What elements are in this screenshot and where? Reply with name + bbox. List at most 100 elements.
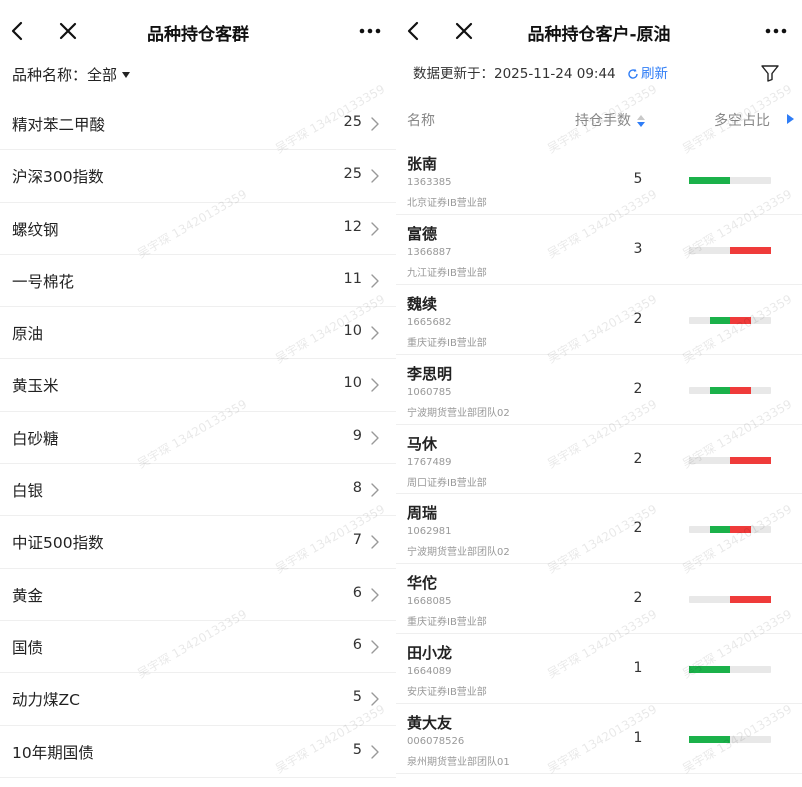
variety-name: 精对苯二甲酸 — [12, 116, 106, 134]
position-count: 2 — [633, 520, 643, 537]
customer-branch: 安庆证券IB营业部 — [407, 687, 487, 699]
chevron-right-icon — [371, 535, 379, 550]
variety-row[interactable]: 黄金 6 — [0, 569, 396, 621]
customer-branch: 泉州期货营业部团队01 — [407, 757, 510, 769]
chevron-right-icon — [371, 326, 379, 340]
variety-holdings-page: 品种持仓客群 品种名称：全部 精对苯二甲酸 25 沪深300指数 25 螺纹钢 12 一号棉… — [0, 0, 396, 787]
variety-row[interactable]: 精对苯二甲酸 25 — [0, 98, 396, 151]
long-portion — [689, 666, 730, 674]
column-ratio: 多空占比 — [714, 113, 770, 129]
position-count: 2 — [633, 310, 643, 327]
chevron-right-icon — [371, 117, 379, 131]
customer-row[interactable]: 华佗 1668085 重庆证券IB营业部 2 — [396, 564, 802, 635]
customer-row[interactable]: 魏续 1665682 重庆证券IB营业部 2 — [396, 285, 802, 355]
short-portion — [730, 596, 771, 604]
customer-row[interactable]: 张南 1363385 北京证券IB营业部 5 — [396, 145, 802, 215]
variety-name: 黄金 — [12, 586, 44, 605]
filter-icon[interactable] — [760, 63, 780, 83]
column-position-sort[interactable]: 持仓手数 — [575, 110, 645, 130]
position-count: 2 — [633, 590, 643, 607]
variety-name: 白砂糖 — [12, 429, 59, 448]
variety-count: 10 — [343, 375, 362, 392]
customer-name: 周瑞 — [407, 504, 438, 523]
variety-row[interactable]: 螺纹钢 12 — [0, 203, 396, 255]
long-short-ratio-bar — [689, 596, 771, 604]
variety-row[interactable]: 原油 10 — [0, 307, 396, 360]
more-icon[interactable] — [356, 19, 384, 43]
variety-row[interactable]: 动力煤ZC 5 — [0, 673, 396, 726]
variety-name: 一号棉花 — [12, 272, 75, 291]
customer-row[interactable]: 李思明 1060785 宁波期货营业部团队02 2 — [396, 355, 802, 425]
variety-row[interactable]: 中证500指数 7 — [0, 516, 396, 569]
long-short-ratio-bar — [689, 666, 771, 674]
variety-name: 沪深300指数 — [12, 168, 104, 187]
long-portion — [709, 386, 730, 394]
page-title: 品种持仓客户-原油 — [527, 25, 671, 45]
variety-list: 精对苯二甲酸 25 沪深300指数 25 螺纹钢 12 一号棉花 11 原油 10 黄玉米 10 白砂糖… — [0, 98, 396, 778]
chevron-right-icon — [371, 221, 379, 236]
update-time: 数据更新于：2025-11-24 09:44 — [413, 66, 616, 82]
variety-name: 原油 — [12, 325, 44, 344]
sort-icon — [637, 115, 645, 127]
variety-row[interactable]: 黄玉米 10 — [0, 359, 396, 412]
customer-branch: 宁波期货营业部团队02 — [407, 547, 510, 559]
variety-row[interactable]: 白砂糖 9 — [0, 412, 396, 465]
long-portion — [689, 736, 730, 744]
customer-name: 李思明 — [407, 364, 453, 383]
long-short-ratio-bar — [689, 386, 771, 394]
customer-name: 田小龙 — [407, 644, 453, 663]
chevron-right-icon — [371, 378, 379, 393]
variety-name: 国债 — [12, 638, 44, 657]
chevron-right-icon — [371, 744, 379, 759]
chevron-right-icon — [371, 692, 379, 706]
customer-name: 富德 — [407, 224, 438, 243]
short-portion — [730, 316, 751, 324]
variety-row[interactable]: 一号棉花 11 — [0, 255, 396, 308]
customer-row[interactable]: 黄大友 006078526 泉州期货营业部团队01 1 — [396, 704, 802, 775]
page-title: 品种持仓客群 — [147, 25, 249, 45]
customer-id: 1060785 — [407, 386, 452, 398]
customer-name: 黄大友 — [407, 714, 453, 733]
customer-id: 1664089 — [407, 666, 452, 678]
customer-branch: 北京证券IB营业部 — [407, 198, 487, 209]
position-count: 5 — [633, 171, 643, 187]
customer-branch: 重庆证券IB营业部 — [407, 617, 487, 629]
customer-row[interactable]: 富德 1366887 九江证券IB营业部 3 — [396, 215, 802, 285]
customer-branch: 周口证券IB营业部 — [407, 477, 487, 489]
variety-count: 25 — [343, 114, 362, 130]
long-short-ratio-bar — [689, 316, 771, 324]
variety-row[interactable]: 沪深300指数 25 — [0, 150, 396, 203]
long-short-ratio-bar — [689, 736, 771, 744]
variety-row[interactable]: 10年期国债 5 — [0, 726, 396, 778]
customer-name: 魏续 — [407, 294, 438, 313]
variety-filter-dropdown[interactable]: 品种名称：全部 — [12, 62, 131, 88]
variety-count: 8 — [352, 480, 362, 497]
caret-down-icon — [122, 72, 131, 78]
short-portion — [730, 456, 771, 464]
column-name: 名称 — [407, 113, 435, 129]
variety-row[interactable]: 国债 6 — [0, 621, 396, 674]
customer-list: 张南 1363385 北京证券IB营业部 5 富德 1366887 九江证券IB营业部 3 魏续… — [396, 145, 802, 775]
variety-customers-page: 品种持仓客户-原油 数据更新于：2025-11-24 09:44 刷新 名称 持… — [396, 0, 802, 787]
customer-id: 1363385 — [407, 177, 452, 188]
customer-row[interactable]: 周瑞 1062981 宁波期货营业部团队02 2 — [396, 494, 802, 565]
variety-row[interactable]: 白银 8 — [0, 464, 396, 517]
variety-count: 5 — [352, 741, 362, 758]
long-short-ratio-bar — [689, 246, 771, 254]
variety-count: 6 — [352, 584, 362, 601]
scroll-right-icon[interactable] — [787, 114, 794, 124]
variety-count: 9 — [352, 427, 362, 444]
customer-name: 张南 — [407, 155, 438, 173]
position-count: 2 — [633, 450, 643, 467]
variety-count: 10 — [343, 323, 362, 340]
customer-row[interactable]: 马休 1767489 周口证券IB营业部 2 — [396, 425, 802, 495]
position-count: 1 — [633, 730, 643, 747]
variety-count: 12 — [343, 218, 362, 235]
customer-row[interactable]: 田小龙 1664089 安庆证券IB营业部 1 — [396, 634, 802, 705]
customer-name: 华佗 — [407, 574, 438, 593]
chevron-right-icon — [371, 587, 379, 602]
refresh-button[interactable]: 刷新 — [627, 64, 668, 84]
variety-name: 中证500指数 — [12, 534, 104, 553]
variety-filter-label: 品种名称：全部 — [12, 66, 118, 84]
more-icon[interactable] — [762, 19, 790, 43]
